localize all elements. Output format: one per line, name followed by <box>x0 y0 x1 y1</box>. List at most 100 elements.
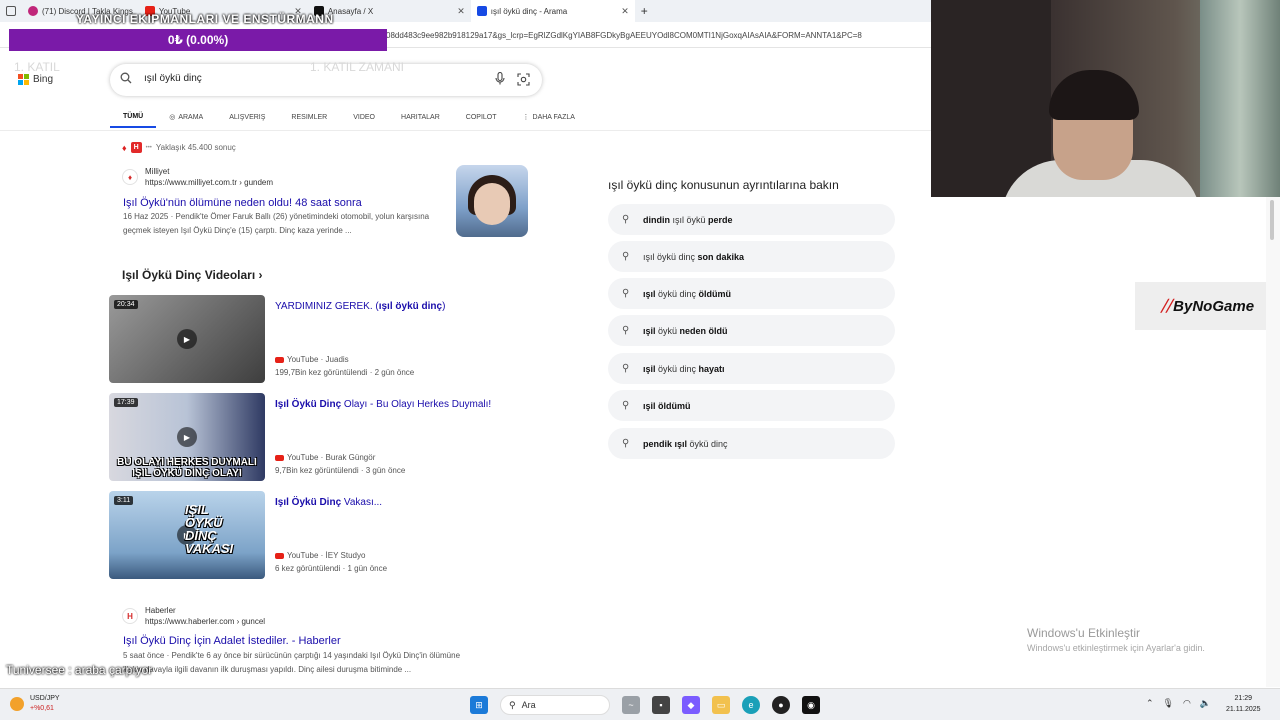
new-tab-button[interactable]: + <box>635 0 654 22</box>
bing-logo-text: Bing <box>33 74 54 85</box>
copilot-search-icon: ◎ <box>169 114 176 121</box>
video-views: 199,7Bin kez görüntülendi · 2 gün önce <box>275 368 415 377</box>
wifi-icon[interactable]: ◠ <box>1183 698 1191 709</box>
video-views: 9,7Bin kez görüntülendi · 3 gün önce <box>275 466 406 475</box>
youtube-icon <box>275 454 284 461</box>
video-title-link[interactable]: Işıl Öykü Dinç Olayı - Bu Olayı Herkes D… <box>275 399 491 410</box>
webcam-curtain <box>1200 0 1280 197</box>
edge-icon[interactable]: e <box>742 696 760 714</box>
related-text: ışil öykü dinç hayatı <box>643 363 725 374</box>
windows-activation-title: Windows'u Etkinleştir <box>1027 626 1140 640</box>
related-search-item[interactable]: ⚲ ışil öldümü <box>608 390 895 421</box>
stock-value: +%0,61 <box>30 705 54 712</box>
chat-ticker: Tuniversee : araba çarpıyor <box>6 663 153 677</box>
clock-date: 21.11.2025 <box>1226 706 1261 713</box>
play-icon: ▶ <box>177 427 197 447</box>
search-icon: ⚲ <box>622 288 630 299</box>
widget-stock[interactable]: USD/JPY +%0,61 <box>10 694 60 714</box>
overlay-faint-text: 1. KATIL <box>14 60 60 74</box>
close-tab-icon[interactable]: ✕ <box>621 6 629 17</box>
haberler-badge-icon: H <box>130 142 142 153</box>
overlay-faint-text: 1. KATIL ZAMANI <box>310 60 405 74</box>
stream-overlay-title: YAYINCI EKIPMANLARI VE ENSTÜRMANN <box>76 12 334 26</box>
tab-label: TÜMÜ <box>123 112 144 120</box>
search-nav-tabs: TÜMÜ ◎ ARAMA ALIŞVERIŞ RESIMLER VIDEO HAR… <box>110 106 588 128</box>
video-title-link[interactable]: Işıl Öykü Dinç Vakası... <box>275 497 382 508</box>
obs-icon[interactable]: ◉ <box>802 696 820 714</box>
videos-heading-link[interactable]: Işıl Öykü Dinç Videoları › <box>122 268 263 282</box>
search-icon: ⚲ <box>622 325 630 336</box>
result-count-text: Yaklaşık 45.400 sonuç <box>155 143 236 152</box>
tab-label: COPILOT <box>465 113 497 121</box>
microsoft-logo-icon <box>18 74 29 85</box>
tab-search[interactable]: ◎ ARAMA <box>156 106 216 128</box>
tab-label: RESIMLER <box>291 113 328 121</box>
page-scrollbar[interactable] <box>1266 197 1280 687</box>
volume-icon[interactable]: 🔈 <box>1200 698 1211 709</box>
stock-label: USD/JPY <box>30 695 60 702</box>
video-duration: 17:39 <box>114 398 138 407</box>
clock-time: 21:29 <box>1234 695 1253 702</box>
tab-copilot[interactable]: COPILOT <box>453 106 510 128</box>
tab-all[interactable]: TÜMÜ <box>110 106 157 128</box>
taskbar-search-text: Ara <box>521 700 536 710</box>
title-pre: YARDIMINIZ GEREK. ( <box>275 301 379 312</box>
bynogame-logo-icon: ⧸⧸ <box>1160 297 1172 315</box>
microphone-icon[interactable]: 🎙 <box>1163 698 1174 709</box>
tab-images[interactable]: RESIMLER <box>278 106 340 128</box>
chevron-up-icon[interactable]: ⌃ <box>1146 698 1154 709</box>
related-text: ışıl öykü dinç öldümü <box>643 288 732 299</box>
widgets-icon[interactable]: ~ <box>622 696 640 714</box>
result-title-link[interactable]: Işıl Öykü'nün ölümüne neden oldu! 48 saa… <box>123 197 362 209</box>
discord-icon[interactable]: ● <box>772 696 790 714</box>
tab-more[interactable]: ⋮ DAHA FAZLA <box>510 106 588 128</box>
related-search-item[interactable]: ⚲ ışil öykü dinç hayatı <box>608 353 895 384</box>
result-snippet: 5 saat önce · Pendik'te 6 ay önce bir sü… <box>123 649 543 677</box>
related-search-item[interactable]: ⚲ ışıl öykü dinç öldümü <box>608 278 895 309</box>
bing-logo[interactable]: Bing <box>18 74 53 85</box>
microphone-icon[interactable] <box>495 71 505 88</box>
sponsor-logo: ⧸⧸ ByNoGame <box>1135 282 1280 330</box>
video-thumbnail[interactable]: 17:39 ▶ BU OLAYI HERKES DUYMALI IŞIL ÖYK… <box>109 393 265 481</box>
result-thumbnail[interactable] <box>456 165 528 237</box>
more-vertical-icon: ⋮ <box>522 114 530 121</box>
header-divider <box>0 130 931 131</box>
windows-start-icon[interactable]: ⊞ <box>470 696 488 714</box>
result-title-link[interactable]: Işıl Öykü Dinç İçin Adalet İstediler. - … <box>123 635 341 647</box>
scrollbar-thumb[interactable] <box>1270 200 1274 240</box>
taskbar-search[interactable]: ⚲ Ara <box>500 695 610 715</box>
close-tab-icon[interactable]: ✕ <box>457 6 465 17</box>
video-thumbnail[interactable]: 20:34 ▶ <box>109 295 265 383</box>
clock[interactable]: 21:29 21.11.2025 <box>1226 693 1261 715</box>
tab-shopping[interactable]: ALIŞVERIŞ <box>216 106 278 128</box>
milliyet-icon: ♦ <box>122 169 138 185</box>
file-manager-icon[interactable]: ▪ <box>652 696 670 714</box>
result-count: ♦ H ••• Yaklaşık 45.400 sonuç <box>122 142 236 153</box>
url-text: 08dd483c9ee982b918129a17&gs_lcrp=EgRlZGd… <box>386 31 862 40</box>
tab-actions-icon <box>6 6 16 16</box>
visual-search-icon[interactable] <box>517 73 530 89</box>
tab-label: HARITALAR <box>401 113 440 121</box>
video-title-link[interactable]: YARDIMINIZ GEREK. (ışıl öykü dinç) <box>275 301 445 312</box>
related-search-item[interactable]: ⚲ dindin ışıl öykü perde <box>608 204 895 235</box>
result-source[interactable]: ♦ Milliyet https://www.milliyet.com.tr ›… <box>122 166 273 188</box>
related-search-item[interactable]: ⚲ ışil öykü neden öldü <box>608 315 895 346</box>
title-post: Vakası... <box>341 497 383 508</box>
windows-activation-subtitle: Windows'u etkinleştirmek için Ayarlar'a … <box>1027 643 1205 653</box>
search-icon: ⚲ <box>509 699 516 710</box>
video-thumbnail[interactable]: 3:11 ▶ IŞIL ÖYKÜ DİNÇ VAKASI <box>109 491 265 579</box>
tab-bing-search[interactable]: ışıl öykü dinç - Arama ✕ <box>470 0 635 22</box>
webcam-person-hair <box>1049 70 1139 120</box>
tab-maps[interactable]: HARITALAR <box>388 106 453 128</box>
videos-heading-text: Işıl Öykü Dinç Videoları <box>122 268 256 282</box>
tab-actions-button[interactable] <box>0 0 22 22</box>
tab-video[interactable]: VIDEO <box>340 106 388 128</box>
search-icon: ⚲ <box>622 251 630 262</box>
search-input[interactable] <box>144 73 474 84</box>
related-search-item[interactable]: ⚲ ışıl öykü dinç son dakika <box>608 241 895 272</box>
copilot-icon[interactable]: ◆ <box>682 696 700 714</box>
related-search-item[interactable]: ⚲ pendik ışıl öykü dinç <box>608 428 895 459</box>
search-icon <box>120 72 132 87</box>
folder-icon[interactable]: ▭ <box>712 696 730 714</box>
result-source[interactable]: H Haberler https://www.haberler.com › gu… <box>122 605 265 627</box>
